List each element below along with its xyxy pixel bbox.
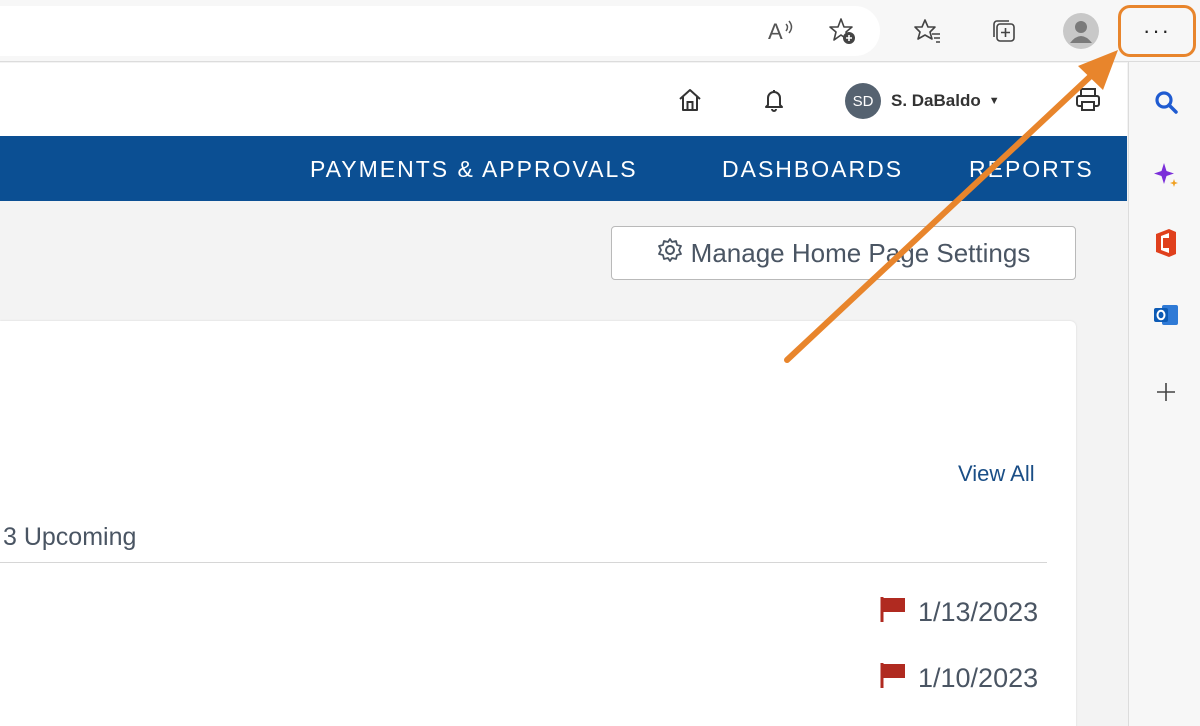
divider [0, 562, 1047, 563]
copilot-icon[interactable] [1151, 160, 1181, 190]
home-icon[interactable] [675, 85, 705, 115]
read-aloud-icon[interactable]: A [766, 17, 796, 45]
due-date: 1/13/2023 [918, 597, 1039, 627]
nav-dashboards[interactable]: DASHBOARDS [722, 156, 903, 183]
main-content: Manage Home Page Settings View All 3 Upc… [0, 201, 1127, 726]
browser-toolbar: A ··· [0, 0, 1200, 62]
avatar: SD [845, 83, 881, 119]
user-menu[interactable]: SD S. DaBaldo ▼ [845, 83, 1000, 119]
add-favorite-icon[interactable] [826, 15, 858, 47]
office-icon[interactable] [1151, 228, 1181, 258]
collections-icon[interactable] [988, 15, 1020, 47]
address-bar[interactable] [0, 6, 880, 56]
more-options-button[interactable]: ··· [1118, 5, 1196, 57]
list-item[interactable]: 1/13/2023 [878, 595, 1038, 630]
chevron-down-icon: ▼ [988, 95, 1000, 107]
upcoming-card: View All 3 Upcoming 1/13/2023 1/10/2023 [0, 321, 1076, 726]
view-all-link[interactable]: View All [958, 461, 1035, 487]
manage-button-label: Manage Home Page Settings [690, 237, 1031, 268]
bell-icon[interactable] [759, 85, 789, 115]
svg-text:A: A [768, 19, 783, 44]
browser-sidebar [1128, 62, 1200, 726]
profile-icon[interactable] [1061, 11, 1101, 51]
flag-icon [878, 661, 908, 696]
search-icon[interactable] [1151, 87, 1181, 117]
flag-icon [878, 595, 908, 630]
favorites-icon[interactable] [912, 15, 944, 47]
list-item[interactable]: 1/10/2023 [878, 661, 1038, 696]
nav-payments-approvals[interactable]: PAYMENTS & APPROVALS [310, 156, 638, 183]
add-icon[interactable] [1151, 377, 1181, 407]
app-header: SD S. DaBaldo ▼ [0, 63, 1127, 136]
user-name: S. DaBaldo [891, 91, 981, 110]
manage-home-page-settings-button[interactable]: Manage Home Page Settings [611, 226, 1076, 280]
due-date: 1/10/2023 [918, 663, 1039, 693]
more-options-icon: ··· [1143, 18, 1171, 43]
upcoming-count: 3 Upcoming [3, 523, 137, 551]
print-icon[interactable] [1073, 85, 1103, 115]
outlook-icon[interactable] [1151, 300, 1181, 330]
nav-reports[interactable]: REPORTS [969, 156, 1094, 183]
gear-icon [657, 237, 683, 270]
main-nav: PAYMENTS & APPROVALS DASHBOARDS REPORTS [0, 136, 1127, 201]
